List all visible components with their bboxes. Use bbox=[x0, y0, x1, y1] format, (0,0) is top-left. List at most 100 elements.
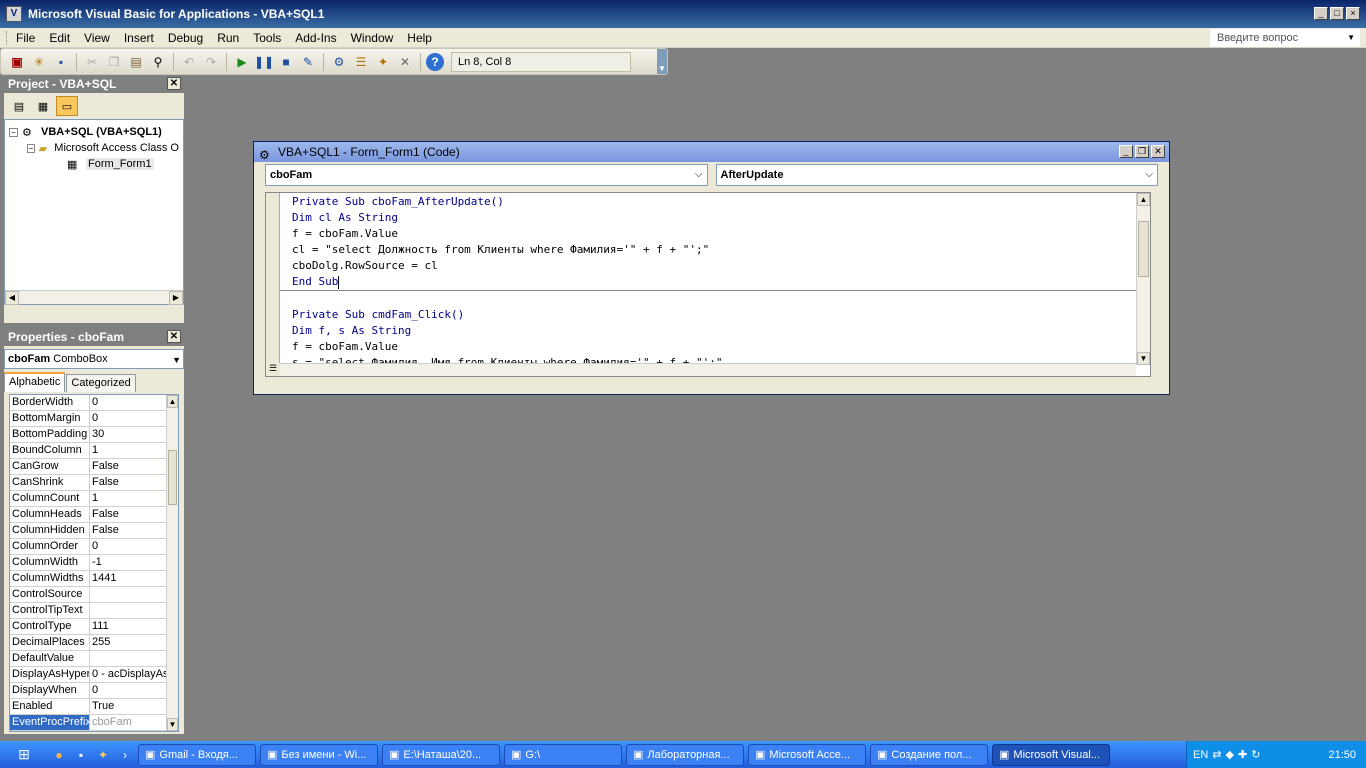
close-button[interactable]: ✕ bbox=[1151, 145, 1165, 158]
property-value[interactable]: 0 bbox=[90, 411, 178, 426]
minimize-button[interactable]: _ bbox=[1119, 145, 1133, 158]
redo-icon[interactable]: ↷ bbox=[201, 52, 221, 72]
reset-icon[interactable]: ■ bbox=[276, 52, 296, 72]
code-line[interactable]: Dim cl As String bbox=[292, 210, 1136, 226]
property-value[interactable]: 1 bbox=[90, 491, 178, 506]
property-value[interactable]: False bbox=[90, 523, 178, 538]
taskbar-button[interactable]: ▣ Без имени - Wi... bbox=[260, 743, 378, 766]
chevron-down-icon[interactable]: ⌵ bbox=[1145, 165, 1153, 185]
procedure-combo[interactable]: AfterUpdate ⌵ bbox=[715, 164, 1158, 186]
property-value[interactable]: 0 bbox=[90, 395, 178, 410]
help-icon[interactable]: ? bbox=[426, 52, 444, 71]
property-value[interactable]: 30 bbox=[90, 427, 178, 442]
property-row[interactable]: ControlType 111 bbox=[10, 619, 178, 635]
project-explorer-icon[interactable]: ⚙ bbox=[329, 52, 349, 72]
property-row[interactable]: BoundColumn 1 bbox=[10, 443, 178, 459]
property-row[interactable]: ControlTipText bbox=[10, 603, 178, 619]
taskbar-button[interactable]: ▣ G:\ bbox=[504, 743, 622, 766]
tab-alphabetic[interactable]: Alphabetic bbox=[4, 372, 66, 392]
code-horizontal-scrollbar[interactable] bbox=[280, 363, 1136, 376]
code-line[interactable]: Private Sub cmdFam_Click() bbox=[292, 307, 1136, 323]
property-value[interactable]: 111 bbox=[90, 619, 178, 634]
taskbar-button[interactable]: ▣ Microsoft Visual... bbox=[992, 743, 1110, 766]
start-button[interactable]: ⊞ bbox=[0, 741, 48, 768]
object-combo[interactable]: cboFam ⌵ bbox=[265, 164, 708, 186]
paste-icon[interactable]: ▤ bbox=[126, 52, 146, 72]
properties-icon[interactable]: ☰ bbox=[351, 52, 371, 72]
menu-edit[interactable]: Edit bbox=[42, 31, 77, 45]
chevron-down-icon[interactable]: ⌵ bbox=[695, 165, 703, 185]
property-value[interactable] bbox=[90, 603, 178, 618]
property-row[interactable]: Enabled True bbox=[10, 699, 178, 715]
code-editor[interactable]: Private Sub cboFam_AfterUpdate() Dim cl A… bbox=[265, 192, 1151, 377]
scroll-right-icon[interactable]: ▶ bbox=[169, 291, 183, 305]
cut-icon[interactable]: ✂ bbox=[82, 52, 102, 72]
run-icon[interactable]: ▶ bbox=[232, 52, 252, 72]
toolbar-options-icon[interactable]: ▼ bbox=[657, 49, 667, 74]
project-tree[interactable]: − ⚙ VBA+SQL (VBA+SQL1) − ▰ Microsoft Acc… bbox=[4, 119, 184, 305]
vba-app-icon[interactable]: V bbox=[6, 6, 22, 22]
property-value[interactable]: 0 bbox=[90, 683, 178, 698]
maximize-button[interactable]: □ bbox=[1330, 7, 1344, 20]
property-row[interactable]: ColumnWidths 1441 bbox=[10, 571, 178, 587]
scroll-left-icon[interactable]: ◀ bbox=[5, 291, 19, 305]
property-grid-scrollbar[interactable]: ▲ ▼ bbox=[166, 395, 178, 731]
launcher-icon[interactable]: ✦ bbox=[92, 748, 114, 762]
taskbar-button[interactable]: ▣ Microsoft Acce... bbox=[748, 743, 866, 766]
property-value[interactable]: 0 - acDisplayAs bbox=[90, 667, 178, 682]
menu-add-ins[interactable]: Add-Ins bbox=[288, 31, 343, 45]
property-value[interactable] bbox=[90, 651, 178, 666]
property-value[interactable]: cboFam bbox=[90, 715, 178, 730]
menu-debug[interactable]: Debug bbox=[161, 31, 210, 45]
network-icon[interactable]: ⇄ bbox=[1212, 748, 1221, 761]
property-row[interactable]: ColumnCount 1 bbox=[10, 491, 178, 507]
collapse-icon[interactable]: − bbox=[9, 127, 18, 137]
property-row[interactable]: ColumnHidden False bbox=[10, 523, 178, 539]
update-icon[interactable]: ↻ bbox=[1251, 748, 1260, 761]
property-value[interactable]: 1 bbox=[90, 443, 178, 458]
property-row[interactable]: EventProcPrefix cboFam bbox=[10, 715, 178, 731]
code-vertical-scrollbar[interactable]: ▲ ▼ bbox=[1136, 193, 1150, 365]
code-line[interactable]: Private Sub cboFam_AfterUpdate() bbox=[292, 194, 1136, 210]
code-line[interactable]: f = cboFam.Value bbox=[292, 226, 1136, 242]
property-value[interactable]: True bbox=[90, 699, 178, 714]
property-value[interactable]: 255 bbox=[90, 635, 178, 650]
toggle-folders-icon[interactable]: ▭ bbox=[56, 96, 78, 116]
code-line[interactable]: cl = "select Должность from Клиенты wher… bbox=[292, 242, 1136, 258]
tab-categorized[interactable]: Categorized bbox=[66, 374, 136, 392]
tree-horizontal-scrollbar[interactable]: ◀ ▶ bbox=[5, 290, 183, 305]
property-value[interactable]: -1 bbox=[90, 555, 178, 570]
access-icon[interactable]: ▣ bbox=[7, 52, 27, 72]
menu-view[interactable]: View bbox=[77, 31, 117, 45]
code-line[interactable]: End Sub bbox=[292, 274, 1136, 290]
close-icon[interactable]: ✕ bbox=[167, 77, 181, 90]
taskbar-button[interactable]: ▣ E:\Наташа\20... bbox=[382, 743, 500, 766]
property-row[interactable]: CanGrow False bbox=[10, 459, 178, 475]
copy-icon[interactable]: ❐ bbox=[104, 52, 124, 72]
property-value[interactable]: False bbox=[90, 475, 178, 490]
language-indicator[interactable]: EN bbox=[1193, 749, 1208, 761]
property-row[interactable]: BorderWidth 0 bbox=[10, 395, 178, 411]
property-value[interactable]: 0 bbox=[90, 539, 178, 554]
menu-tools[interactable]: Tools bbox=[246, 31, 288, 45]
menu-run[interactable]: Run bbox=[210, 31, 246, 45]
code-line[interactable]: f = cboFam.Value bbox=[292, 339, 1136, 355]
scroll-up-icon[interactable]: ▲ bbox=[1137, 193, 1150, 206]
chevron-down-icon[interactable]: ▼ bbox=[1347, 30, 1355, 46]
tree-item-class-objects[interactable]: − ▰ Microsoft Access Class O bbox=[9, 140, 179, 156]
undo-icon[interactable]: ↶ bbox=[179, 52, 199, 72]
restore-button[interactable]: ❐ bbox=[1135, 145, 1149, 158]
design-mode-icon[interactable]: ✎ bbox=[298, 52, 318, 72]
view-object-icon[interactable]: ▦ bbox=[32, 96, 54, 116]
toolbox-icon[interactable]: ✕ bbox=[395, 52, 415, 72]
taskbar-button[interactable]: ▣ Создание пол... bbox=[870, 743, 988, 766]
procedure-view-icon[interactable]: ☰ bbox=[266, 363, 280, 376]
volume-icon[interactable]: ◆ bbox=[1226, 748, 1234, 761]
property-value[interactable] bbox=[90, 587, 178, 602]
collapse-icon[interactable]: − bbox=[27, 143, 35, 153]
property-row[interactable]: ColumnOrder 0 bbox=[10, 539, 178, 555]
save-icon[interactable]: ▪ bbox=[70, 748, 92, 762]
code-line[interactable]: Dim f, s As String bbox=[292, 323, 1136, 339]
property-value[interactable]: False bbox=[90, 507, 178, 522]
property-row[interactable]: DisplayAsHyperli 0 - acDisplayAs bbox=[10, 667, 178, 683]
